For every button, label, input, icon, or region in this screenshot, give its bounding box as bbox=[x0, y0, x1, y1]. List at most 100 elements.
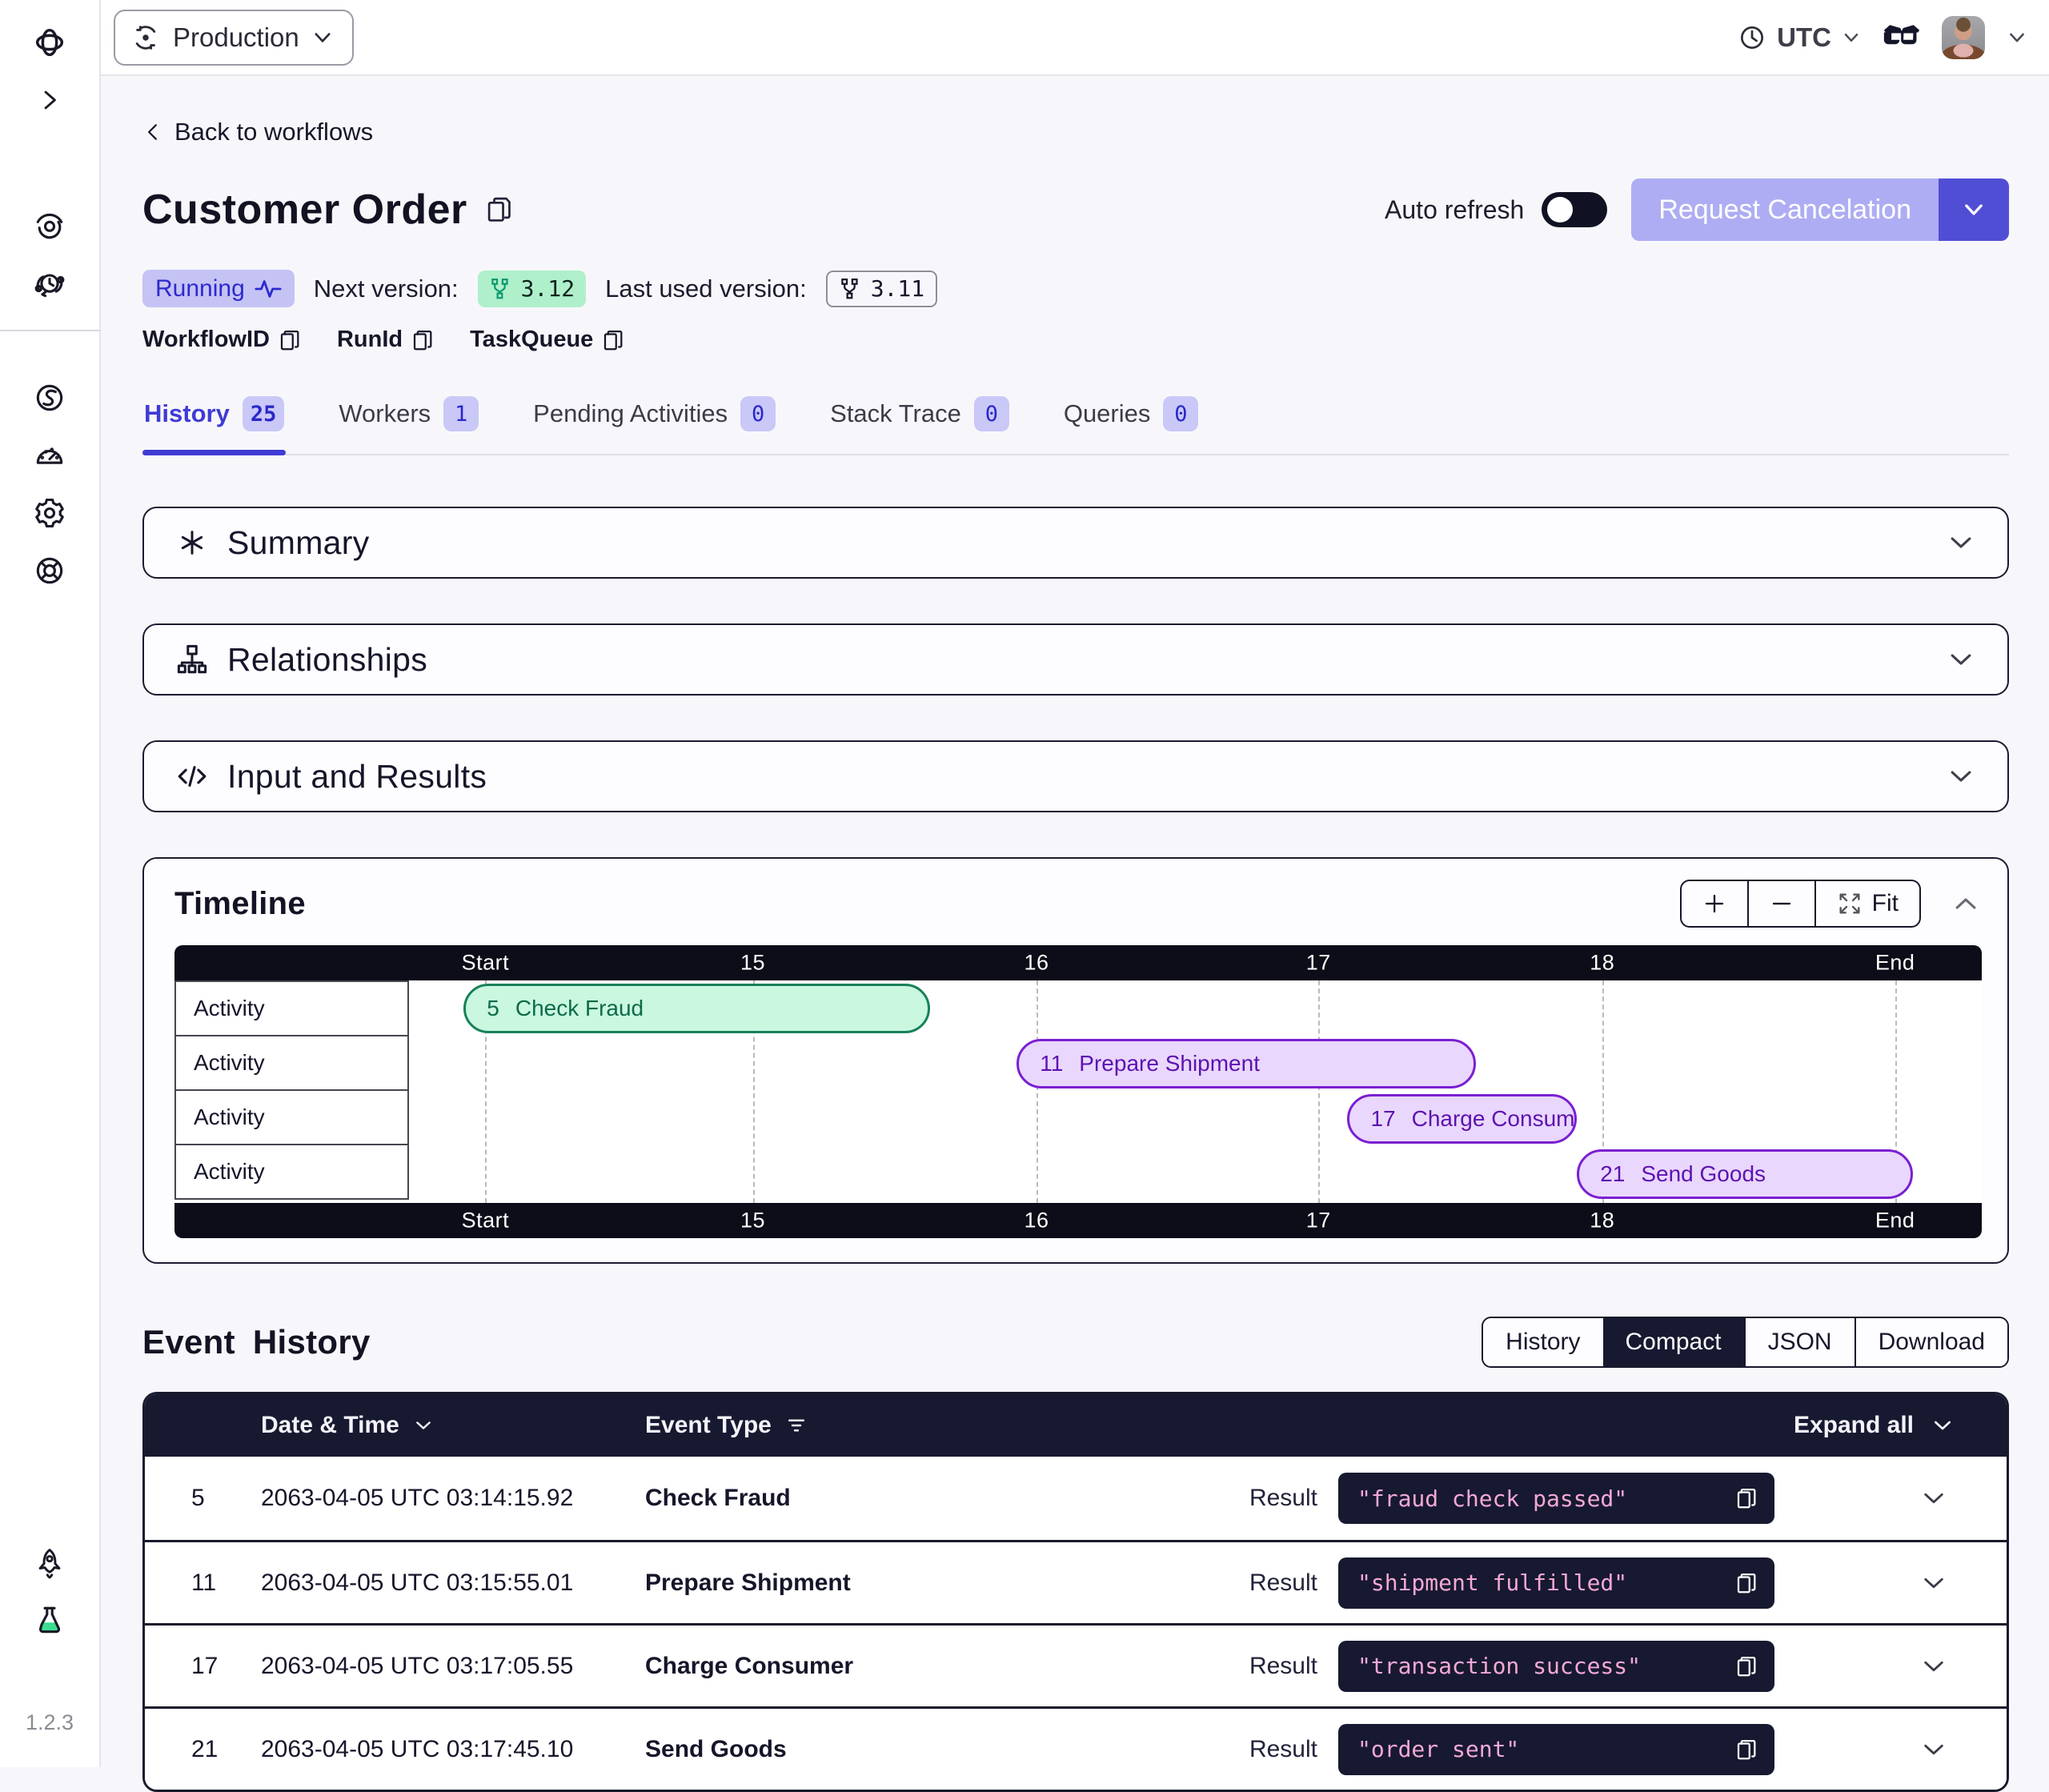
summary-section-header[interactable]: Summary bbox=[144, 508, 2007, 577]
request-cancelation-button[interactable]: Request Cancelation bbox=[1631, 178, 1939, 241]
collapse-timeline-chevron-up-icon[interactable] bbox=[1950, 888, 1982, 920]
back-to-workflows-link[interactable]: Back to workflows bbox=[142, 118, 373, 146]
event-row-check-fraud[interactable]: 5 2063-04-05 UTC 03:14:15.92 Check Fraud… bbox=[145, 1457, 2007, 1540]
copy-workflow-name-icon[interactable] bbox=[483, 194, 514, 225]
event-id: 17 bbox=[145, 1653, 261, 1680]
tab-count-badge: 0 bbox=[1163, 396, 1198, 431]
glasses-icon[interactable] bbox=[1883, 24, 1921, 51]
user-menu-chevron-down-icon[interactable] bbox=[2006, 26, 2028, 49]
view-history-button[interactable]: History bbox=[1483, 1318, 1602, 1366]
expand-row-chevron-icon[interactable] bbox=[1774, 1651, 2007, 1682]
auto-refresh-toggle[interactable] bbox=[1542, 192, 1607, 227]
event-history-table-header: Date & Time Event Type Expand all bbox=[145, 1394, 2007, 1457]
sidebar: 1.2.3 bbox=[0, 0, 101, 1767]
event-row-prepare-shipment[interactable]: 11 2063-04-05 UTC 03:15:55.01 Prepare Sh… bbox=[145, 1540, 2007, 1623]
column-date-time[interactable]: Date & Time bbox=[261, 1412, 645, 1439]
copy-result-icon[interactable] bbox=[1734, 1486, 1758, 1510]
user-avatar[interactable] bbox=[1942, 16, 1985, 59]
expand-sidebar-chevron-right-icon[interactable] bbox=[31, 82, 68, 118]
timeline-row-label: Activity bbox=[174, 1144, 409, 1200]
timeline-row-label: Activity bbox=[174, 1089, 409, 1145]
copy-result-icon[interactable] bbox=[1734, 1738, 1758, 1762]
tab-workers[interactable]: Workers 1 bbox=[337, 388, 480, 454]
support-lifebuoy-icon[interactable] bbox=[31, 552, 68, 589]
pulse-icon bbox=[255, 277, 282, 301]
tab-history[interactable]: History 25 bbox=[142, 388, 286, 454]
namespace-selector[interactable]: Production bbox=[114, 10, 354, 66]
download-button[interactable]: Download bbox=[1855, 1318, 2007, 1366]
timezone-selector[interactable]: UTC bbox=[1737, 22, 1862, 53]
next-version-badge: 3.12 bbox=[478, 271, 586, 307]
bar-event-id: 11 bbox=[1040, 1051, 1063, 1076]
rocket-icon[interactable] bbox=[31, 1545, 68, 1582]
axis-tick: 16 bbox=[1024, 951, 1049, 976]
tab-stack-trace[interactable]: Stack Trace 0 bbox=[828, 388, 1011, 454]
namespace-icon bbox=[130, 22, 162, 54]
nexus-icon[interactable] bbox=[31, 379, 68, 416]
event-time: 2063-04-05 UTC 03:14:15.92 bbox=[261, 1485, 645, 1512]
status-badge: Running bbox=[142, 270, 295, 307]
page-title: Customer Order bbox=[142, 186, 467, 234]
sort-chevron-down-icon bbox=[412, 1414, 435, 1437]
copy-result-icon[interactable] bbox=[1734, 1654, 1758, 1678]
workflow-id-copy[interactable]: WorkflowID bbox=[142, 327, 302, 353]
timeline-bar-charge-consumer[interactable]: 17 Charge Consumer bbox=[1347, 1094, 1577, 1144]
zoom-out-button[interactable] bbox=[1747, 881, 1814, 926]
expand-row-chevron-icon[interactable] bbox=[1774, 1483, 2007, 1513]
relationships-section-header[interactable]: Relationships bbox=[144, 625, 2007, 694]
view-json-button[interactable]: JSON bbox=[1744, 1318, 1855, 1366]
event-id: 21 bbox=[145, 1736, 261, 1763]
fit-label: Fit bbox=[1872, 890, 1899, 917]
section-label: Relationships bbox=[227, 641, 427, 679]
axis-tick: 18 bbox=[1590, 951, 1614, 976]
chevron-down-icon bbox=[311, 26, 335, 50]
axis-tick: Start bbox=[462, 951, 510, 976]
timeline-bar-check-fraud[interactable]: 5 Check Fraud bbox=[463, 984, 930, 1033]
event-time: 2063-04-05 UTC 03:17:05.55 bbox=[261, 1653, 645, 1680]
axis-tick: 17 bbox=[1306, 951, 1331, 976]
tab-label: History bbox=[144, 399, 230, 428]
event-history-table: Date & Time Event Type Expand all 5 2063… bbox=[142, 1392, 2009, 1792]
task-queue-copy[interactable]: TaskQueue bbox=[470, 327, 625, 353]
timeline-bar-prepare-shipment[interactable]: 11 Prepare Shipment bbox=[1016, 1039, 1476, 1088]
tab-pending-activities[interactable]: Pending Activities 0 bbox=[531, 388, 777, 454]
namespace-label: Production bbox=[173, 22, 299, 53]
input-results-section-header[interactable]: Input and Results bbox=[144, 742, 2007, 811]
event-row-charge-consumer[interactable]: 17 2063-04-05 UTC 03:17:05.55 Charge Con… bbox=[145, 1623, 2007, 1706]
expand-row-chevron-icon[interactable] bbox=[1774, 1568, 2007, 1598]
chevron-down-icon bbox=[1930, 1413, 1955, 1438]
timezone-label: UTC bbox=[1777, 22, 1831, 53]
copy-icon bbox=[411, 328, 435, 352]
result-label: Result bbox=[1249, 1485, 1338, 1512]
summary-section: Summary bbox=[142, 507, 2009, 579]
zoom-in-button[interactable] bbox=[1682, 881, 1747, 926]
tab-queries[interactable]: Queries 0 bbox=[1062, 388, 1201, 454]
schedules-icon[interactable] bbox=[31, 266, 68, 303]
labs-flask-icon[interactable] bbox=[31, 1602, 68, 1638]
run-id-copy[interactable]: RunId bbox=[337, 327, 435, 353]
timeline-section: Timeline Fit bbox=[142, 857, 2009, 1264]
run-id-label: RunId bbox=[337, 327, 403, 353]
timeline-bar-send-goods[interactable]: 21 Send Goods bbox=[1577, 1149, 1913, 1199]
expand-all-button[interactable]: Expand all bbox=[1670, 1412, 2007, 1439]
settings-gear-icon[interactable] bbox=[31, 495, 68, 531]
topbar: Production UTC bbox=[101, 0, 2049, 76]
fit-button[interactable]: Fit bbox=[1814, 881, 1919, 926]
temporal-logo-icon bbox=[31, 24, 68, 61]
column-event-type[interactable]: Event Type bbox=[645, 1412, 1670, 1439]
last-used-version-value: 3.11 bbox=[871, 275, 924, 302]
axis-tick: End bbox=[1875, 951, 1915, 976]
section-label: Input and Results bbox=[227, 758, 487, 796]
expand-row-chevron-icon[interactable] bbox=[1774, 1734, 2007, 1765]
auto-refresh-label: Auto refresh bbox=[1385, 195, 1524, 225]
last-used-version-label: Last used version: bbox=[605, 275, 807, 303]
usage-icon[interactable] bbox=[31, 437, 68, 474]
view-compact-button[interactable]: Compact bbox=[1603, 1318, 1744, 1366]
workflows-icon[interactable] bbox=[31, 206, 68, 243]
axis-tick: End bbox=[1875, 1209, 1915, 1233]
event-row-send-goods[interactable]: 21 2063-04-05 UTC 03:17:45.10 Send Goods… bbox=[145, 1706, 2007, 1790]
copy-result-icon[interactable] bbox=[1734, 1571, 1758, 1595]
request-cancelation-menu-button[interactable] bbox=[1939, 178, 2009, 241]
copy-icon bbox=[601, 328, 625, 352]
result-value-chip: "transaction success" bbox=[1338, 1641, 1774, 1692]
